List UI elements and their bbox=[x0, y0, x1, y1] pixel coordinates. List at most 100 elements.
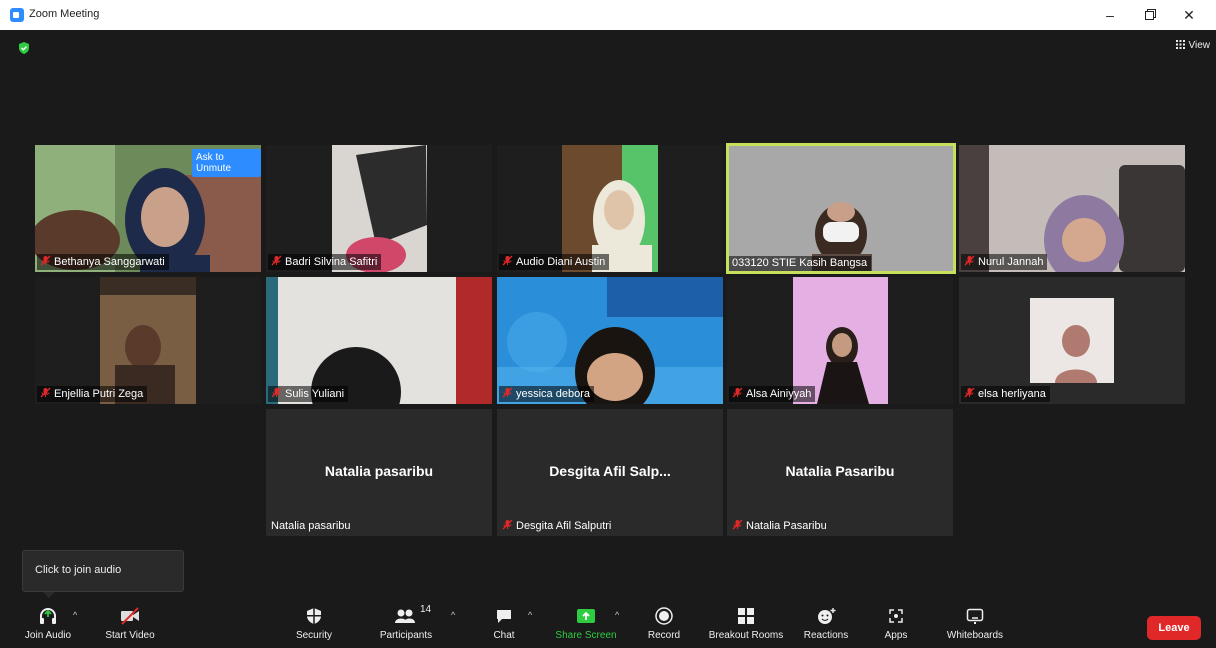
breakout-rooms-icon bbox=[738, 608, 754, 624]
video-tile[interactable]: yessica debora bbox=[497, 277, 723, 404]
zoom-logo-icon bbox=[10, 8, 24, 22]
participant-video bbox=[266, 145, 492, 272]
video-tile[interactable]: Badri Silvina Safitri bbox=[266, 145, 492, 272]
reactions-button[interactable]: Reactions bbox=[800, 606, 852, 641]
record-button[interactable]: Record bbox=[644, 606, 684, 641]
video-off-tile[interactable]: Natalia Pasaribu Natalia Pasaribu bbox=[727, 409, 953, 536]
chat-button[interactable]: Chat bbox=[486, 606, 522, 641]
reactions-smiley-icon bbox=[818, 608, 836, 624]
muted-mic-icon bbox=[964, 255, 975, 266]
security-label: Security bbox=[295, 630, 333, 641]
record-icon bbox=[655, 607, 673, 625]
start-video-button[interactable]: Start Video bbox=[100, 606, 160, 641]
tooltip-text: Click to join audio bbox=[35, 564, 122, 576]
participants-options-caret-icon[interactable]: ^ bbox=[451, 610, 455, 620]
whiteboards-button[interactable]: Whiteboards bbox=[940, 606, 1010, 641]
muted-mic-icon bbox=[502, 255, 513, 266]
headphones-icon bbox=[40, 608, 56, 624]
participant-name-tag: 033120 STIE Kasih Bangsa bbox=[729, 256, 872, 271]
share-screen-label: Share Screen bbox=[555, 630, 617, 641]
participant-name: Nurul Jannah bbox=[978, 256, 1044, 268]
muted-mic-icon bbox=[732, 387, 743, 398]
participants-button[interactable]: 14 Participants bbox=[375, 604, 437, 641]
apps-label: Apps bbox=[884, 630, 908, 641]
participant-count: 14 bbox=[420, 604, 432, 615]
participant-video bbox=[266, 277, 492, 404]
join-audio-label: Join Audio bbox=[24, 630, 72, 641]
participant-video bbox=[497, 145, 723, 272]
whiteboard-icon bbox=[966, 608, 984, 624]
participant-display-name: Natalia pasaribu bbox=[324, 463, 434, 479]
participant-name-tag: elsa herliyana bbox=[961, 386, 1050, 402]
participant-name: Audio Diani Austin bbox=[516, 256, 606, 268]
apps-icon bbox=[889, 609, 903, 623]
muted-mic-icon bbox=[40, 255, 51, 266]
muted-mic-icon bbox=[502, 519, 513, 530]
share-screen-button[interactable]: Share Screen bbox=[552, 606, 620, 641]
participant-name: Alsa Ainiyyah bbox=[746, 388, 812, 400]
apps-button[interactable]: Apps bbox=[878, 606, 914, 641]
participant-name-tag: Sulis Yuliani bbox=[268, 386, 349, 402]
security-button[interactable]: Security bbox=[290, 606, 338, 641]
breakout-rooms-label: Breakout Rooms bbox=[708, 630, 784, 641]
video-tile-active-speaker[interactable]: 033120 STIE Kasih Bangsa bbox=[726, 143, 956, 274]
participant-name: Natalia pasaribu bbox=[271, 520, 351, 532]
participant-name-tag: Nurul Jannah bbox=[961, 254, 1048, 270]
ask-to-unmute-button[interactable]: Ask to Unmute bbox=[192, 149, 261, 177]
share-options-caret-icon[interactable]: ^ bbox=[615, 610, 619, 620]
participant-name-tag: Natalia Pasaribu bbox=[729, 518, 831, 534]
participant-name-tag: Natalia pasaribu bbox=[268, 519, 355, 534]
participant-name: 033120 STIE Kasih Bangsa bbox=[732, 257, 868, 269]
minimize-button[interactable]: – bbox=[1095, 4, 1125, 26]
participant-name-tag: Alsa Ainiyyah bbox=[729, 386, 816, 402]
video-tile[interactable]: Ask to Unmute ··· Bethanya Sanggarwati bbox=[35, 145, 261, 272]
video-tile[interactable]: Sulis Yuliani bbox=[266, 277, 492, 404]
participant-name-tag: Enjellia Putri Zega bbox=[37, 386, 148, 402]
chat-options-caret-icon[interactable]: ^ bbox=[528, 610, 532, 620]
title-bar: Zoom Meeting – ✕ bbox=[0, 0, 1216, 30]
video-off-tile[interactable]: Desgita Afil Salp... Desgita Afil Salput… bbox=[497, 409, 723, 536]
participants-label: Participants bbox=[379, 630, 433, 641]
muted-mic-icon bbox=[732, 519, 743, 530]
chat-label: Chat bbox=[493, 630, 515, 641]
leave-button[interactable]: Leave bbox=[1147, 616, 1201, 640]
participants-icon bbox=[395, 609, 415, 623]
muted-mic-icon bbox=[964, 387, 975, 398]
participant-display-name: Natalia Pasaribu bbox=[785, 463, 895, 479]
muted-mic-icon bbox=[40, 387, 51, 398]
participant-name: elsa herliyana bbox=[978, 388, 1046, 400]
record-label: Record bbox=[647, 630, 681, 641]
participant-video bbox=[497, 277, 723, 404]
participant-name-tag: Badri Silvina Safitri bbox=[268, 254, 382, 270]
video-tile[interactable]: elsa herliyana bbox=[959, 277, 1185, 404]
participant-video bbox=[727, 277, 953, 404]
close-button[interactable]: ✕ bbox=[1174, 4, 1204, 26]
video-tile[interactable]: Alsa Ainiyyah bbox=[727, 277, 953, 404]
participant-name: Enjellia Putri Zega bbox=[54, 388, 144, 400]
video-tile[interactable]: Audio Diani Austin bbox=[497, 145, 723, 272]
video-tile[interactable]: Nurul Jannah bbox=[959, 145, 1185, 272]
breakout-rooms-button[interactable]: Breakout Rooms bbox=[704, 606, 788, 641]
restore-button[interactable] bbox=[1135, 4, 1165, 26]
participant-display-name: Desgita Afil Salp... bbox=[549, 463, 671, 479]
security-shield-icon bbox=[307, 608, 321, 624]
join-audio-tooltip: Click to join audio bbox=[22, 550, 184, 598]
muted-mic-icon bbox=[271, 387, 282, 398]
video-tile[interactable]: Enjellia Putri Zega bbox=[35, 277, 261, 404]
participant-name: Sulis Yuliani bbox=[285, 388, 345, 400]
join-audio-button[interactable]: Join Audio bbox=[20, 606, 76, 641]
muted-mic-icon bbox=[271, 255, 282, 266]
participant-name: Desgita Afil Salputri bbox=[516, 520, 612, 532]
participant-video bbox=[959, 145, 1185, 272]
view-label: View bbox=[1188, 40, 1211, 51]
encryption-shield-icon[interactable] bbox=[17, 41, 31, 55]
view-button[interactable]: View bbox=[1175, 40, 1211, 52]
grid-icon bbox=[1175, 40, 1185, 52]
meeting-toolbar: Join Audio ^ Start Video Security 14 Par… bbox=[0, 600, 1216, 648]
audio-options-caret-icon[interactable]: ^ bbox=[73, 610, 77, 620]
video-off-tile[interactable]: Natalia pasaribu Natalia pasaribu bbox=[266, 409, 492, 536]
participant-video bbox=[35, 277, 261, 404]
participant-name: Natalia Pasaribu bbox=[746, 520, 827, 532]
start-video-label: Start Video bbox=[105, 630, 155, 641]
share-screen-icon bbox=[577, 609, 595, 623]
